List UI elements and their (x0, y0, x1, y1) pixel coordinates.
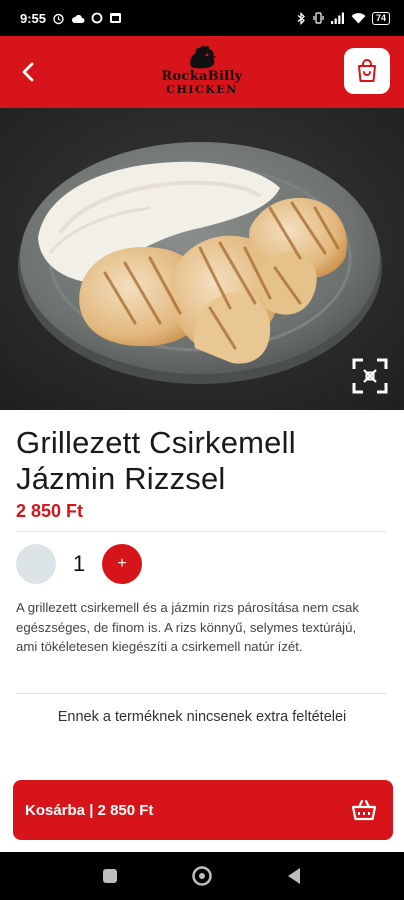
triangle-back-icon (288, 868, 300, 884)
brand-logo: RockaBilly CHICKEN (142, 42, 262, 102)
cloud-icon (71, 13, 85, 24)
chevron-left-icon (22, 62, 34, 82)
app-header: RockaBilly CHICKEN (0, 36, 404, 108)
battery-icon: 74 (371, 11, 390, 25)
bluetooth-icon (297, 11, 306, 25)
cast-icon (109, 12, 122, 24)
back-nav-button[interactable] (283, 865, 305, 887)
circle-icon (91, 12, 103, 24)
fullscreen-icon (352, 358, 388, 394)
quantity-value: 1 (72, 551, 86, 576)
grilled-chicken-rice-photo (0, 108, 404, 410)
divider (16, 693, 386, 694)
basket-icon (351, 799, 377, 821)
add-to-cart-button[interactable]: Kosárba | 2 850 Ft (13, 780, 393, 840)
expand-image-button[interactable] (350, 356, 390, 396)
square-icon (103, 869, 117, 883)
no-extras-message: Ennek a terméknek nincsenek extra feltét… (57, 709, 347, 725)
vibrate-icon (312, 12, 325, 24)
status-left: 9:55 (20, 11, 122, 26)
product-description: A grillezett csirkemell és a jázmin rizs… (16, 600, 359, 654)
signal-icon (330, 12, 345, 24)
product-image[interactable] (0, 108, 404, 410)
system-nav-bar (0, 852, 404, 900)
wifi-icon (351, 12, 366, 24)
product-price: 2 850 Ft (16, 501, 84, 521)
status-right: 74 (297, 11, 390, 25)
divider (16, 531, 386, 532)
home-circle-icon (192, 866, 212, 886)
logo-line1: RockaBilly (161, 69, 243, 84)
status-bar: 9:55 74 (0, 0, 404, 36)
status-time: 9:55 (20, 10, 47, 26)
cart-button[interactable] (344, 48, 390, 94)
home-button[interactable] (191, 865, 213, 887)
plus-icon: + (117, 555, 127, 572)
logo-rooster-icon (190, 45, 217, 69)
recents-button[interactable] (99, 865, 121, 887)
quantity-stepper: 1 + (16, 544, 142, 584)
increase-quantity-button[interactable]: + (102, 544, 142, 584)
logo-line2: CHICKEN (166, 83, 238, 96)
shopping-bag-icon (358, 59, 376, 82)
decrease-quantity-button[interactable] (16, 544, 56, 584)
back-button[interactable] (10, 54, 46, 90)
product-title: Grillezett Csirkemell Jázmin Rizzsel (16, 425, 296, 496)
add-to-cart-label: Kosárba | 2 850 Ft (25, 801, 154, 819)
alarm-icon (52, 12, 65, 25)
